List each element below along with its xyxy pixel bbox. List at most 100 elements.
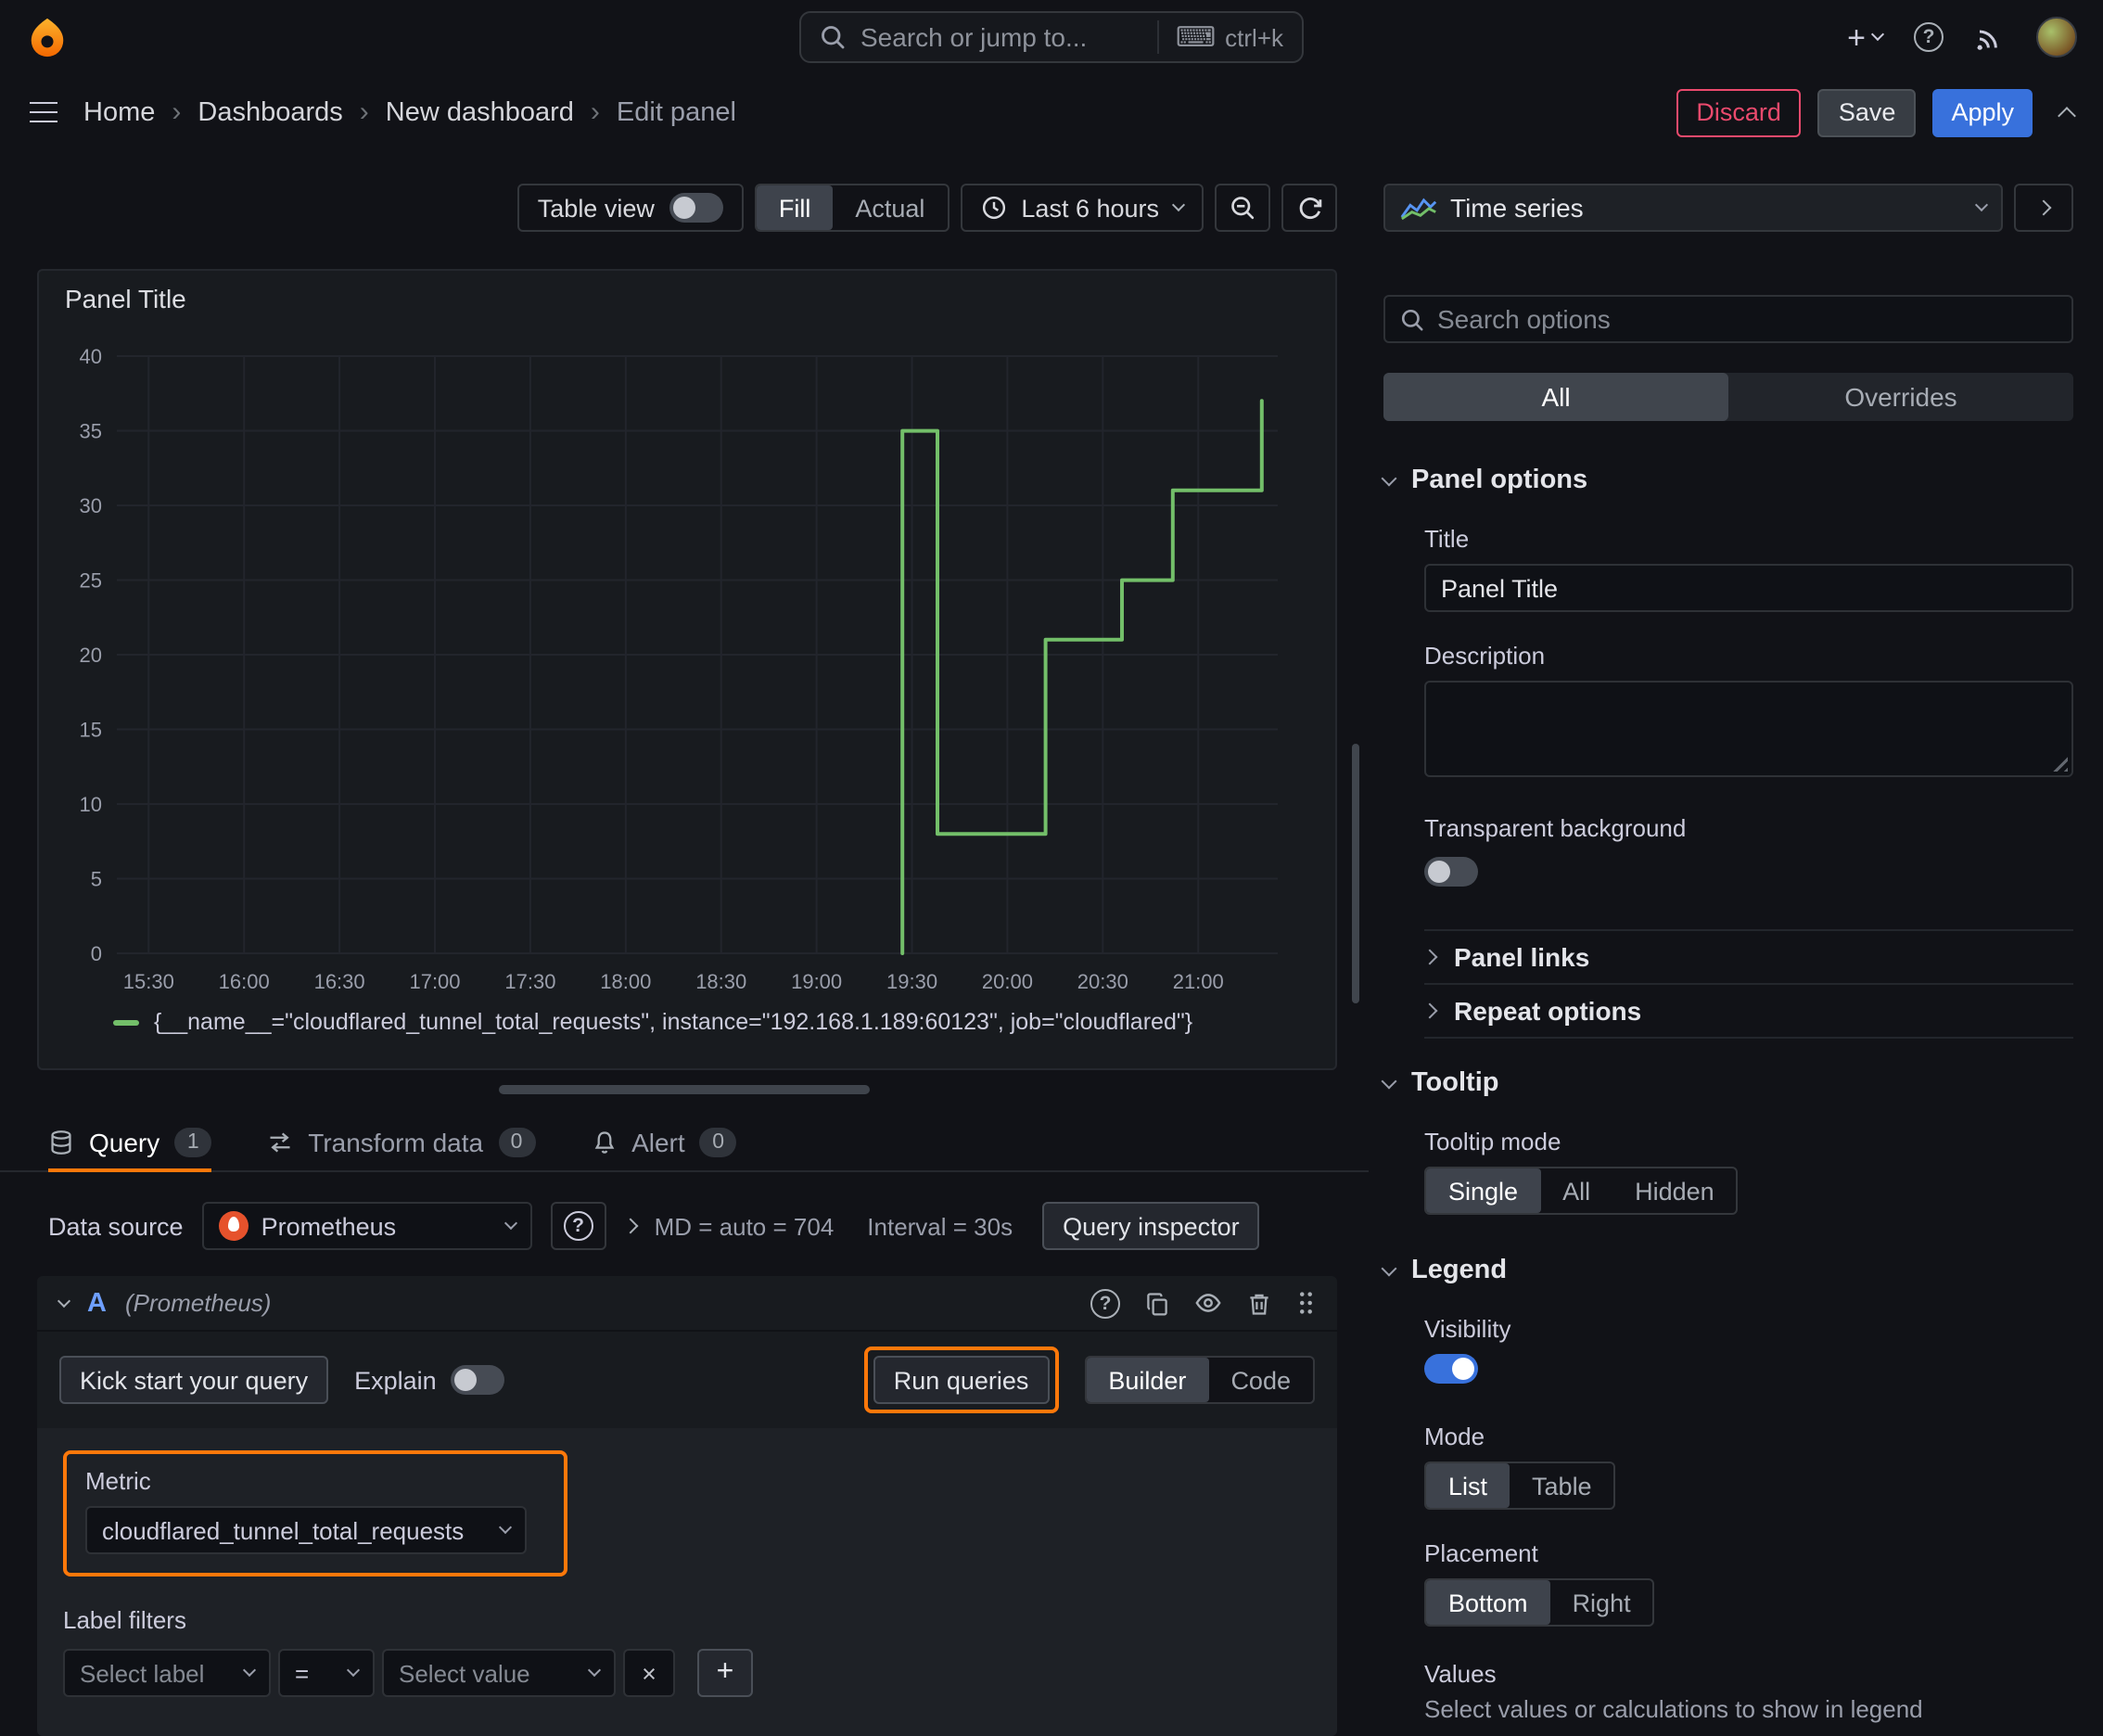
discard-button[interactable]: Discard (1676, 88, 1802, 136)
legend-mode-list[interactable]: List (1426, 1463, 1510, 1508)
breadcrumb-home[interactable]: Home (83, 97, 155, 127)
menu-toggle-icon[interactable] (30, 102, 57, 122)
remove-filter-button[interactable]: × (623, 1649, 675, 1697)
refresh-button[interactable] (1281, 184, 1337, 232)
duplicate-query-icon[interactable] (1144, 1290, 1170, 1316)
tooltip-mode-all[interactable]: All (1540, 1168, 1612, 1213)
chevron-down-icon (1381, 1259, 1397, 1276)
transparent-background-switch[interactable] (1424, 857, 1478, 887)
panel-options-body: Title Panel Title Description Transparen… (1383, 525, 2073, 1039)
query-row-header[interactable]: A (Prometheus) ? (37, 1276, 1337, 1332)
run-queries-button[interactable]: Run queries (873, 1356, 1050, 1404)
pane-resize-handle[interactable] (499, 1085, 870, 1094)
disable-query-eye-icon[interactable] (1194, 1289, 1222, 1317)
code-option[interactable]: Code (1208, 1358, 1313, 1402)
legend-visibility-switch[interactable] (1424, 1354, 1478, 1384)
collapse-query-icon[interactable] (57, 1293, 71, 1308)
table-view-switch[interactable] (669, 193, 723, 223)
legend-mode-table[interactable]: Table (1510, 1463, 1614, 1508)
add-filter-button[interactable]: + (697, 1649, 753, 1697)
keyboard-icon: ⌨ (1175, 22, 1217, 54)
datasource-picker[interactable]: Prometheus (201, 1202, 532, 1250)
chevron-down-icon (346, 1663, 361, 1678)
collapse-toolbar-icon[interactable] (2058, 107, 2076, 125)
options-expand-icon[interactable] (622, 1218, 639, 1234)
visualization-picker[interactable]: Time series (1383, 184, 2003, 232)
panel-links-label: Panel links (1454, 942, 1590, 972)
legend-placement-bottom[interactable]: Bottom (1426, 1580, 1550, 1625)
tab-alert[interactable]: Alert 0 (591, 1113, 737, 1170)
legend-section-title: Legend (1411, 1256, 1508, 1285)
kick-start-button[interactable]: Kick start your query (59, 1356, 329, 1404)
explain-switch[interactable] (451, 1365, 505, 1395)
chart-legend[interactable]: {__name__="cloudflared_tunnel_total_requ… (113, 1009, 1335, 1035)
datasource-help-button[interactable]: ? (550, 1202, 606, 1250)
panel-title-input[interactable]: Panel Title (1424, 564, 2073, 612)
user-avatar[interactable] (2036, 17, 2077, 57)
svg-text:19:00: 19:00 (791, 970, 842, 993)
drag-handle-icon[interactable] (1296, 1289, 1315, 1317)
title-field-label: Title (1424, 525, 1470, 553)
search-options-input[interactable]: Search options (1383, 295, 2073, 343)
apply-button[interactable]: Apply (1932, 88, 2033, 136)
zoom-out-button[interactable] (1215, 184, 1270, 232)
panel-options-subsections: Panel links Repeat options (1421, 929, 2073, 1039)
search-icon (1400, 307, 1424, 331)
legend-section-header[interactable]: Legend (1381, 1256, 2073, 1285)
help-icon[interactable]: ? (1914, 22, 1944, 52)
actual-option[interactable]: Actual (833, 185, 947, 230)
breadcrumb-new-dashboard[interactable]: New dashboard (386, 97, 574, 127)
legend-mode-segment: List Table (1424, 1462, 1616, 1510)
fill-option[interactable]: Fill (756, 185, 834, 230)
transform-icon (267, 1129, 293, 1155)
news-broadcast-icon[interactable] (1975, 22, 2005, 52)
time-range-picker[interactable]: Last 6 hours (960, 184, 1204, 232)
breadcrumb-separator: › (359, 96, 369, 128)
panel-links-row[interactable]: Panel links (1421, 929, 2073, 983)
fill-actual-segment: Fill Actual (754, 184, 950, 232)
tab-query[interactable]: Query 1 (48, 1113, 212, 1172)
panel-options-section-header[interactable]: Panel options (1381, 466, 2073, 495)
bell-icon (591, 1129, 617, 1155)
query-editor-card: A (Prometheus) ? Kick start your query E… (37, 1276, 1337, 1736)
description-textarea[interactable] (1424, 681, 2073, 777)
svg-text:17:00: 17:00 (409, 970, 460, 993)
datasource-label: Data source (48, 1212, 184, 1240)
legend-swatch (113, 1019, 139, 1025)
legend-placement-right[interactable]: Right (1550, 1580, 1653, 1625)
select-value-placeholder: Select value (399, 1659, 530, 1687)
builder-option[interactable]: Builder (1086, 1358, 1209, 1402)
chevron-down-icon (1974, 198, 1989, 212)
global-search-input[interactable]: Search or jump to... ⌨ ctrl+k (799, 11, 1304, 63)
svg-text:15: 15 (80, 719, 102, 742)
tab-transform[interactable]: Transform data 0 (267, 1113, 536, 1170)
svg-text:17:30: 17:30 (504, 970, 555, 993)
operator-dropdown[interactable]: = (278, 1649, 375, 1697)
tooltip-mode-hidden[interactable]: Hidden (1612, 1168, 1737, 1213)
save-button[interactable]: Save (1817, 88, 1917, 136)
add-menu-button[interactable]: + (1847, 21, 1885, 53)
legend-values-label: Values (1424, 1660, 1497, 1688)
tab-alert-label: Alert (631, 1127, 685, 1156)
tab-all-options[interactable]: All (1383, 373, 1728, 421)
tooltip-mode-single[interactable]: Single (1426, 1168, 1541, 1213)
query-inspector-button[interactable]: Query inspector (1042, 1202, 1260, 1250)
search-icon (820, 24, 846, 50)
metric-label: Metric (85, 1467, 151, 1495)
select-value-dropdown[interactable]: Select value (382, 1649, 616, 1697)
tooltip-section-title: Tooltip (1411, 1068, 1499, 1098)
left-pane-scrollbar[interactable] (1352, 744, 1359, 1003)
tooltip-section-header[interactable]: Tooltip (1381, 1068, 2073, 1098)
table-view-toggle[interactable]: Table view (516, 184, 744, 232)
query-help-icon[interactable]: ? (1090, 1288, 1120, 1318)
collapse-options-button[interactable] (2014, 184, 2073, 232)
metric-select[interactable]: cloudflared_tunnel_total_requests (85, 1506, 527, 1554)
breadcrumb-dashboards[interactable]: Dashboards (198, 97, 342, 127)
tab-overrides[interactable]: Overrides (1728, 373, 2073, 421)
repeat-options-row[interactable]: Repeat options (1421, 983, 2073, 1037)
select-label-dropdown[interactable]: Select label (63, 1649, 271, 1697)
time-range-label: Last 6 hours (1021, 194, 1159, 222)
svg-text:10: 10 (80, 793, 102, 816)
delete-query-trash-icon[interactable] (1246, 1290, 1272, 1316)
grafana-logo[interactable] (26, 16, 69, 58)
